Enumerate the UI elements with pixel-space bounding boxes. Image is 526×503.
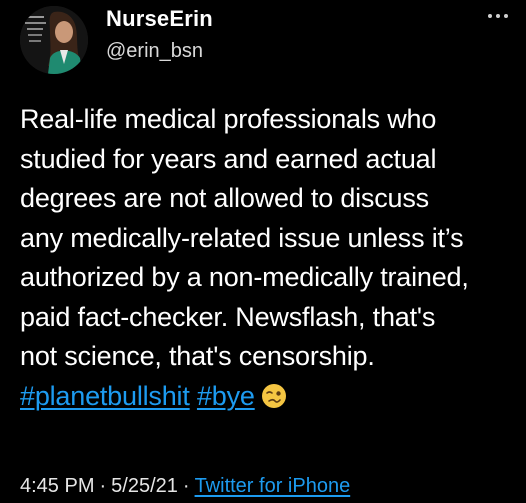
tweet-source-link[interactable]: Twitter for iPhone: [195, 475, 351, 497]
tweet-text-line: Real-life medical professionals who: [20, 104, 437, 134]
more-dot-icon: [496, 14, 500, 18]
more-options-button[interactable]: [482, 4, 514, 28]
tweet-date[interactable]: 5/25/21: [111, 475, 178, 497]
tweet-card: NurseErin @erin_bsn Real-life medical pr…: [0, 0, 526, 503]
tweet-text: Real-life medical professionals who stud…: [20, 100, 520, 420]
hashtag-line: #planetbullshit #bye: [20, 377, 520, 421]
user-handle[interactable]: @erin_bsn: [106, 40, 203, 63]
tweet-text-line: studied for years and earned actual: [20, 143, 437, 174]
more-dot-icon: [488, 14, 492, 18]
tweet-text-line: degrees are not allowed to discuss: [20, 183, 429, 213]
hashtag-link[interactable]: #planetbullshit: [20, 381, 190, 411]
woozy-face-icon: [261, 381, 287, 421]
hashtag-link[interactable]: #bye: [197, 381, 255, 411]
tweet-text-line: paid fact-checker. Newsflash, that's: [20, 301, 436, 332]
tweet-text-line: any medically-related issue unless it’s: [20, 222, 464, 253]
meta-separator: ·: [182, 475, 190, 497]
tweet-text-line: not science, that's censorship.: [20, 341, 375, 371]
tweet-metadata: 4:45 PM · 5/25/21 · Twitter for iPhone: [20, 475, 350, 498]
meta-separator: ·: [99, 475, 107, 497]
avatar[interactable]: [20, 6, 88, 74]
display-name[interactable]: NurseErin: [106, 6, 213, 32]
tweet-text-line: authorized by a non-medically trained,: [20, 262, 469, 292]
avatar-image: [20, 6, 88, 74]
tweet-time: 4:45 PM: [20, 475, 95, 497]
more-dot-icon: [504, 14, 508, 18]
